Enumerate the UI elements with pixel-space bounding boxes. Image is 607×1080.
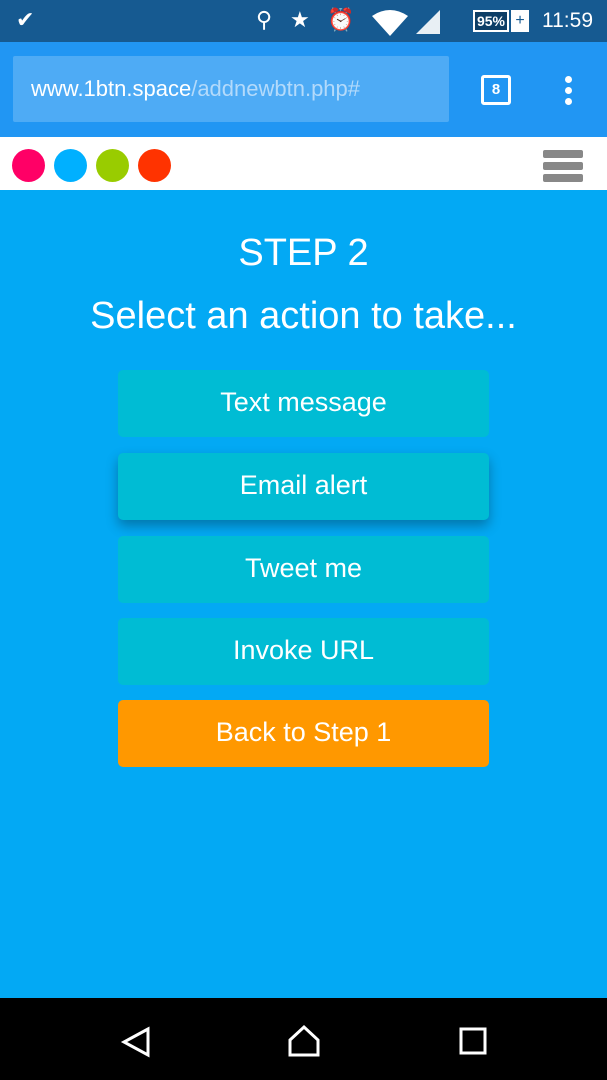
url-bar[interactable]: www.1btn.space/addnewbtn.php# [13, 56, 449, 122]
url-domain: www.1btn.space [31, 76, 192, 101]
back-to-step-1-button[interactable]: Back to Step 1 [118, 700, 489, 767]
location-icon: ⚲ [256, 7, 273, 32]
wifi-signal-icon [372, 10, 440, 36]
tweet-me-button[interactable]: Tweet me [118, 536, 489, 603]
invoke-url-button[interactable]: Invoke URL [118, 618, 489, 685]
logo-dot-pink [12, 149, 45, 182]
star-icon: ★ [290, 7, 310, 32]
text-message-button[interactable]: Text message [118, 370, 489, 437]
url-path: /addnewbtn.php# [191, 76, 361, 101]
status-bar: ✔ ⚲ ★ ⏰ 95% + 11:59 [0, 0, 607, 42]
tab-switcher-button[interactable]: 8 [481, 75, 511, 105]
app-notification-icon: ✔ [16, 7, 35, 32]
logo-dot-green [96, 149, 129, 182]
email-alert-button[interactable]: Email alert [118, 453, 489, 520]
recents-icon[interactable] [459, 1027, 487, 1055]
battery-icon: 95% [473, 10, 509, 32]
site-nav [0, 137, 607, 190]
logo-dot-blue [54, 149, 87, 182]
step-subtitle: Select an action to take... [90, 295, 517, 337]
clock: 11:59 [542, 9, 593, 32]
logo-dot-red [138, 149, 171, 182]
menu-icon[interactable] [565, 76, 573, 109]
home-icon[interactable] [287, 1024, 321, 1058]
android-nav-bar [0, 998, 607, 1080]
back-icon[interactable] [120, 1026, 152, 1058]
alarm-icon: ⏰ [327, 7, 355, 32]
charging-icon: + [511, 10, 529, 32]
hamburger-icon[interactable] [543, 150, 583, 186]
browser-toolbar: www.1btn.space/addnewbtn.php# 8 [0, 42, 607, 137]
step-title: STEP 2 [238, 232, 369, 274]
